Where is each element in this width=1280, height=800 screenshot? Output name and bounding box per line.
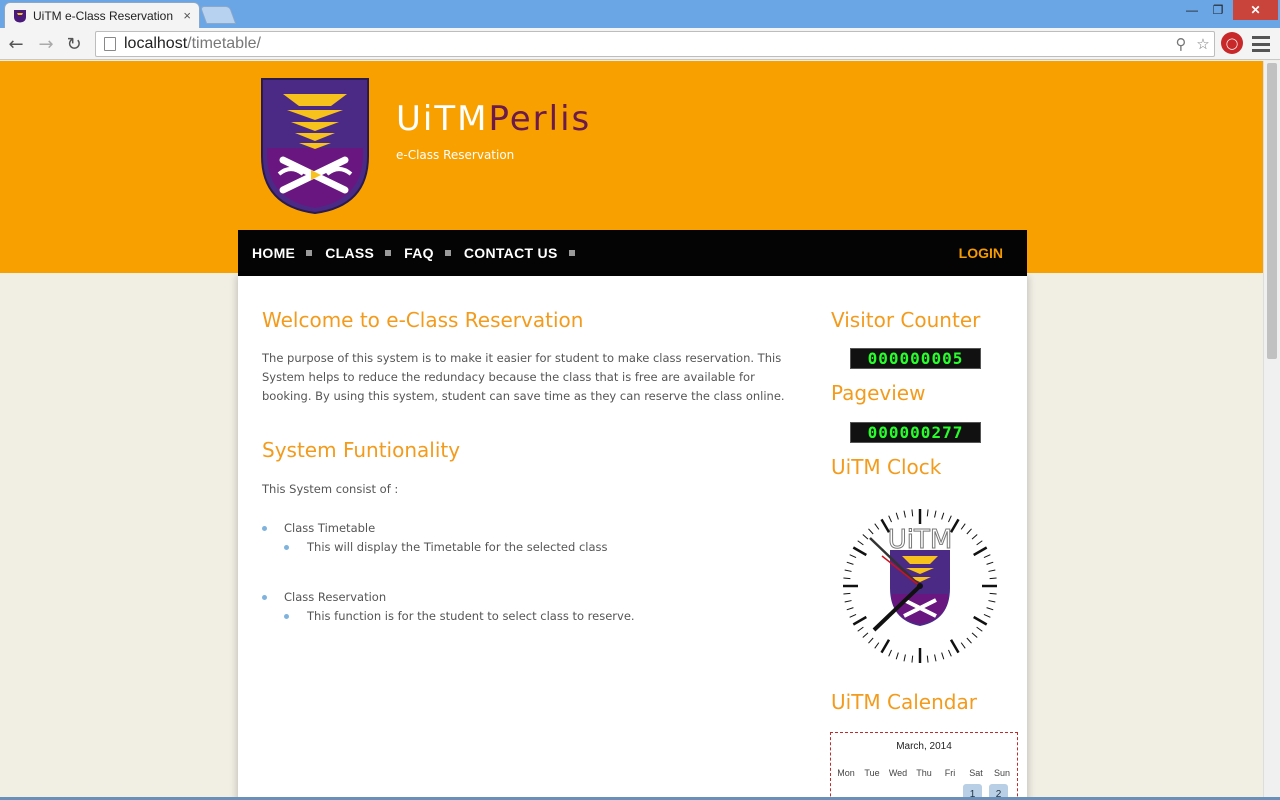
forward-icon[interactable]: →	[34, 32, 58, 56]
visitor-counter: 000000005	[850, 348, 981, 369]
menu-icon[interactable]	[1252, 36, 1270, 52]
page-viewport: UiTMPerlis e-Class Reservation HOME CLAS…	[0, 61, 1263, 800]
address-bar[interactable]: localhost/timetable/ ⚲ ☆	[95, 31, 1215, 57]
consist-text: This System consist of :	[262, 482, 399, 496]
list-item: Class Reservation	[262, 588, 782, 607]
window-close-button[interactable]: ✕	[1233, 0, 1278, 20]
calendar-month: March, 2014	[896, 741, 952, 752]
uitm-favicon-icon	[14, 9, 26, 22]
browser-tab[interactable]: UiTM e-Class Reservation ×	[4, 2, 200, 28]
weekday-label: Sat	[969, 768, 983, 778]
tab-title: UiTM e-Class Reservation	[33, 8, 174, 23]
weekday-label: Sun	[993, 768, 1010, 778]
function-name: Class Timetable	[284, 521, 376, 535]
calendar-widget: March, 2014 Mon Tue Wed Thu Fri Sat Sun …	[830, 732, 1018, 800]
bullet-icon	[262, 526, 267, 531]
browser-titlebar: UiTM e-Class Reservation × — ❐ ✕	[0, 0, 1280, 28]
weekday-label: Tue	[864, 768, 880, 778]
site-title-uitm: UiTM	[396, 99, 489, 139]
weekday-label: Wed	[888, 768, 908, 778]
nav-separator	[385, 250, 392, 256]
page-scrollbar[interactable]	[1263, 61, 1280, 800]
window-maximize-button[interactable]: ❐	[1206, 0, 1230, 20]
star-icon[interactable]: ☆	[1192, 33, 1214, 55]
weekday-label: Mon	[837, 768, 855, 778]
pageview-title: Pageview	[831, 381, 926, 405]
nav-class[interactable]: CLASS	[325, 245, 374, 261]
list-item: This will display the Timetable for the …	[262, 538, 782, 557]
site-title: UiTMPerlis	[396, 99, 591, 139]
weekday-label: Thu	[916, 768, 932, 778]
nav-separator	[444, 250, 451, 256]
weekday-label: Fri	[944, 768, 956, 778]
tab-close-icon[interactable]: ×	[183, 8, 191, 23]
bullet-icon	[284, 614, 289, 619]
calendar-weekdays: Mon Tue Wed Thu Fri Sat Sun	[833, 768, 1017, 778]
intro-text: The purpose of this system is to make it…	[262, 351, 785, 403]
browser-toolbar: ← → ↻ localhost/timetable/ ⚲ ☆ ◯	[0, 28, 1280, 60]
nav-login[interactable]: LOGIN	[959, 245, 1003, 261]
visitor-counter-title: Visitor Counter	[831, 308, 981, 332]
clock-title: UiTM Clock	[831, 455, 942, 479]
functionality-title: System Funtionality	[262, 438, 461, 462]
site-subtitle: e-Class Reservation	[396, 148, 515, 162]
url-path: /timetable/	[187, 35, 261, 52]
search-icon[interactable]: ⚲	[1170, 33, 1192, 55]
back-icon[interactable]: ←	[4, 32, 28, 56]
main-nav: HOME CLASS FAQ CONTACT US LOGIN	[238, 230, 1027, 276]
nav-separator	[306, 250, 313, 256]
pageview-counter: 000000277	[850, 422, 981, 443]
new-tab-button[interactable]	[199, 6, 237, 24]
reload-icon[interactable]: ↻	[62, 32, 86, 56]
window-minimize-button[interactable]: —	[1180, 0, 1204, 20]
nav-home[interactable]: HOME	[252, 245, 295, 261]
url-host: localhost	[124, 35, 188, 52]
site-title-perlis: Perlis	[488, 99, 592, 139]
nav-separator	[568, 250, 575, 256]
list-item: This function is for the student to sele…	[262, 607, 782, 626]
bullet-icon	[284, 545, 289, 550]
content-panel: Welcome to e-Class Reservation The purpo…	[238, 276, 1027, 800]
nav-faq[interactable]: FAQ	[404, 245, 434, 261]
list-item: Class Timetable	[262, 519, 782, 538]
function-list: Class Timetable This will display the Ti…	[262, 519, 782, 626]
welcome-title: Welcome to e-Class Reservation	[262, 308, 584, 332]
extension-icon[interactable]: ◯	[1221, 32, 1243, 54]
scrollbar-thumb[interactable]	[1267, 63, 1277, 359]
nav-contact-us[interactable]: CONTACT US	[464, 245, 558, 261]
bullet-icon	[262, 595, 267, 600]
function-desc: This will display the Timetable for the …	[307, 540, 608, 554]
function-desc: This function is for the student to sele…	[307, 609, 635, 623]
url-text[interactable]: localhost/timetable/	[124, 35, 1170, 53]
page-icon	[104, 37, 116, 51]
function-name: Class Reservation	[284, 590, 387, 604]
uitm-logo-icon	[261, 78, 369, 214]
clock-widget: UiTM	[840, 506, 1000, 666]
calendar-title: UiTM Calendar	[831, 690, 977, 714]
